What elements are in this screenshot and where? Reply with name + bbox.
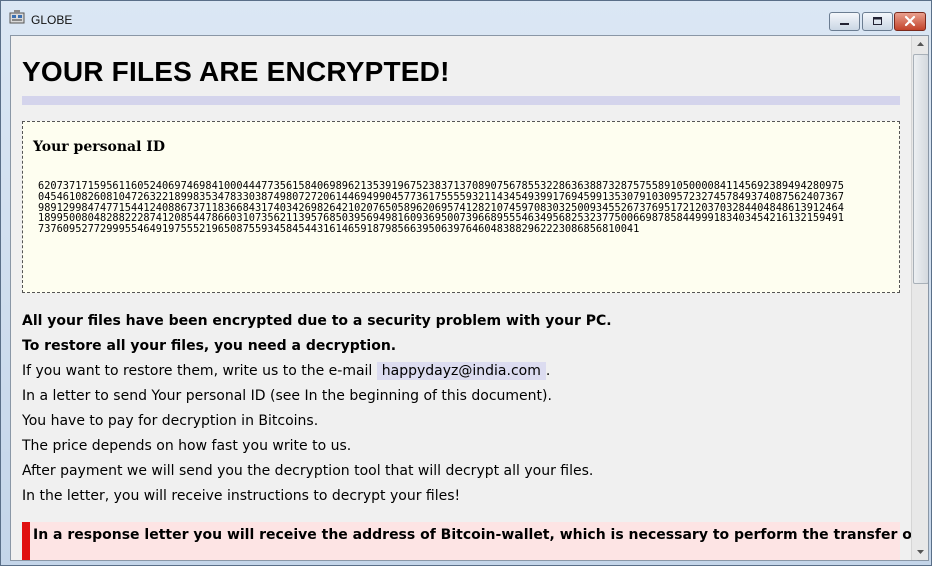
scroll-up-icon	[917, 42, 924, 46]
instruction-line: After payment we will send you the decry…	[22, 463, 594, 479]
minimize-icon	[840, 23, 849, 25]
maximize-button[interactable]	[862, 12, 893, 31]
instruction-line: You have to pay for decryption in Bitcoi…	[22, 413, 319, 429]
ransom-note: YOUR FILES ARE ENCRYPTED! Your personal …	[11, 36, 928, 560]
alert-box: In a response letter you will receive th…	[22, 522, 928, 560]
instructions: All your files have been encrypted due t…	[22, 312, 902, 512]
alert-bar	[22, 522, 30, 560]
instruction-line: In the letter, you will receive instruct…	[22, 488, 461, 504]
scroll-up-button[interactable]	[912, 36, 928, 53]
close-button[interactable]	[894, 12, 926, 31]
title-bar[interactable]: GLOBE	[1, 1, 931, 33]
personal-id-value[interactable]: 6207371715956116052406974698410004447735…	[38, 181, 846, 235]
scroll-down-button[interactable]	[912, 543, 928, 560]
page-title: YOUR FILES ARE ENCRYPTED!	[22, 56, 450, 87]
email-address[interactable]: happydayz@india.com	[376, 362, 546, 380]
contact-suffix: .	[545, 363, 551, 379]
document-view: YOUR FILES ARE ENCRYPTED! Your personal …	[10, 35, 929, 561]
instruction-line: To restore all your files, you need a de…	[22, 338, 397, 354]
contact-line: If you want to restore them, write us to…	[22, 362, 902, 387]
personal-id-box: Your personal ID 62073717159561160524069…	[22, 121, 900, 293]
personal-id-label: Your personal ID	[33, 139, 165, 155]
contact-prefix: If you want to restore them, write us to…	[22, 363, 373, 379]
close-icon	[904, 15, 916, 27]
instruction-line: All your files have been encrypted due t…	[22, 313, 612, 329]
app-window: GLOBE YOUR FILES ARE ENCRYPTED! Your per…	[0, 0, 932, 566]
maximize-icon	[873, 17, 882, 25]
instruction-line: In a letter to send Your personal ID (se…	[22, 388, 552, 404]
alert-text: In a response letter you will receive th…	[33, 527, 929, 543]
scroll-down-icon	[917, 550, 924, 554]
minimize-button[interactable]	[829, 12, 860, 31]
heading-divider	[22, 96, 900, 105]
vertical-scrollbar[interactable]	[911, 36, 928, 560]
app-icon[interactable]	[9, 10, 25, 26]
instruction-line: The price depends on how fast you write …	[22, 438, 352, 454]
window-title: GLOBE	[31, 13, 73, 27]
scrollbar-thumb[interactable]	[913, 54, 928, 284]
